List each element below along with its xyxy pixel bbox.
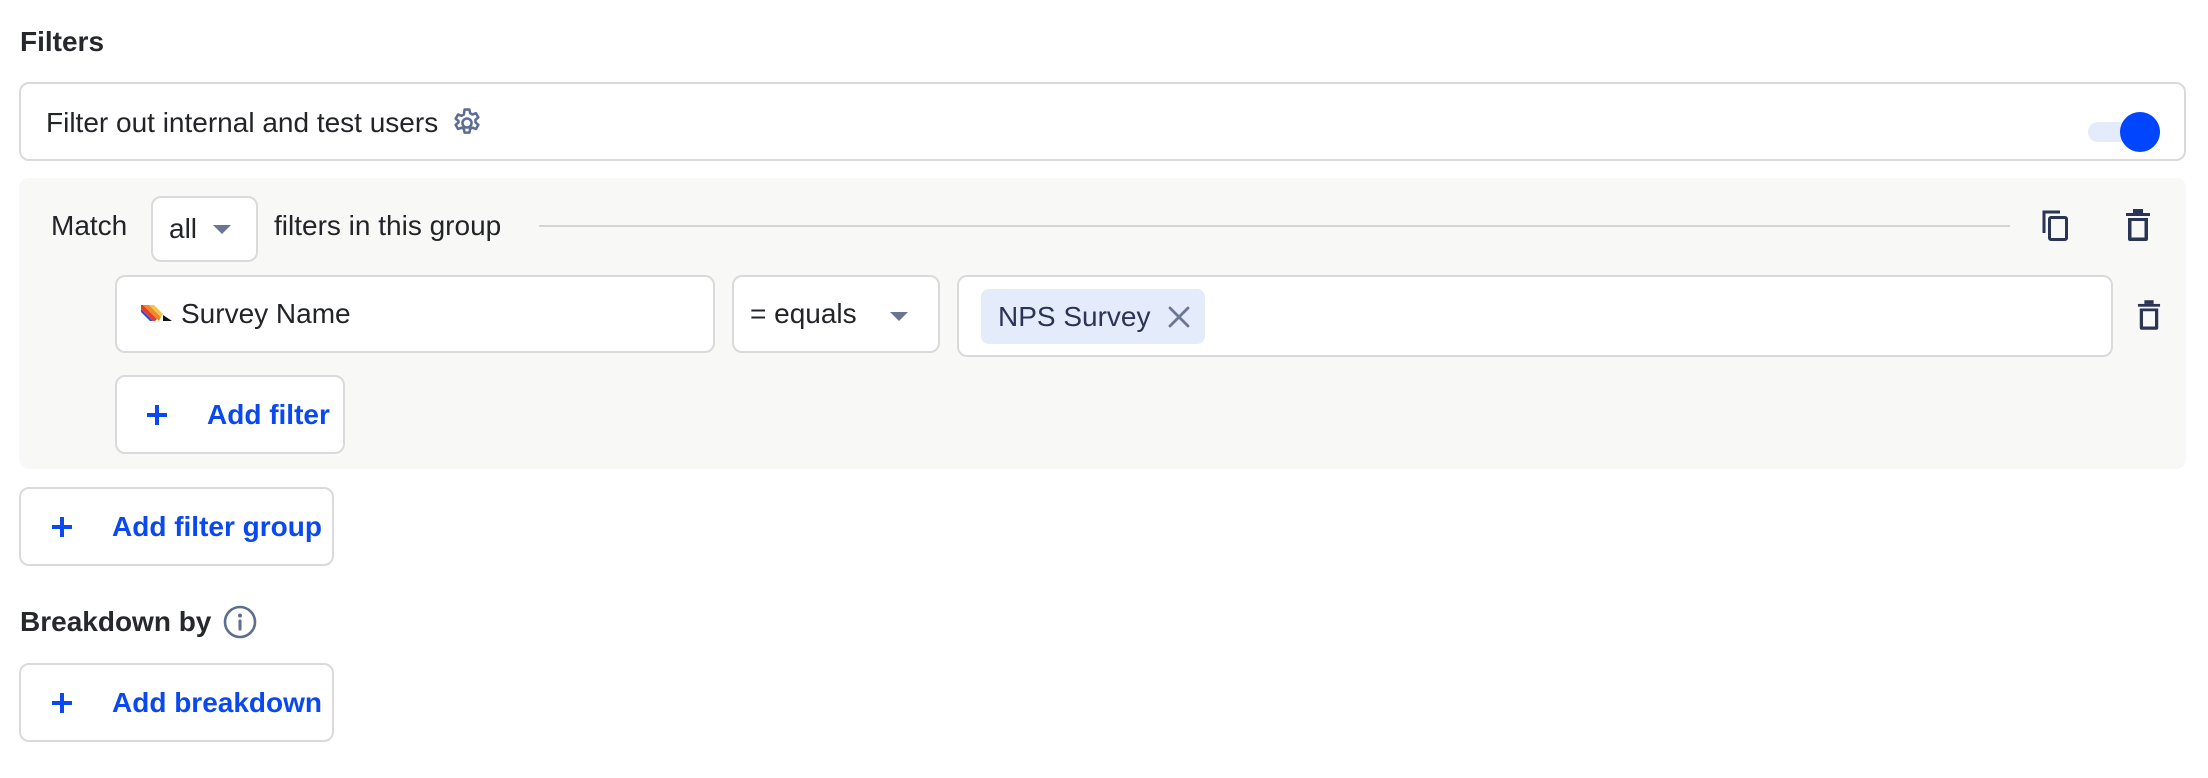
internal-users-label: Filter out internal and test users bbox=[46, 107, 439, 138]
add-filter-group-label: Add filter group bbox=[112, 510, 322, 542]
property-name: Survey Name bbox=[181, 298, 351, 329]
internal-users-filter-row: Filter out internal and test users bbox=[19, 82, 2186, 161]
chevron-down-icon bbox=[213, 224, 232, 234]
gear-icon[interactable] bbox=[450, 106, 484, 140]
internal-users-toggle[interactable] bbox=[2088, 112, 2170, 152]
value-chip: NPS Survey bbox=[981, 289, 1205, 344]
add-filter-button[interactable]: Add filter bbox=[115, 375, 345, 454]
trash-icon[interactable] bbox=[2125, 209, 2151, 241]
match-mode-dropdown[interactable]: all bbox=[151, 196, 258, 262]
info-icon[interactable] bbox=[223, 605, 257, 639]
breakdown-title-wrap: Breakdown by bbox=[20, 605, 257, 639]
breakdown-title: Breakdown by bbox=[20, 606, 212, 637]
value-chip-label: NPS Survey bbox=[998, 300, 1151, 332]
add-breakdown-button[interactable]: Add breakdown bbox=[19, 663, 334, 742]
plus-icon bbox=[147, 404, 167, 425]
filter-group: Match all filters in this group Survey N… bbox=[19, 178, 2186, 469]
add-filter-group-button[interactable]: Add filter group bbox=[19, 487, 334, 566]
add-filter-label: Add filter bbox=[207, 398, 330, 430]
copy-icon[interactable] bbox=[2041, 209, 2073, 243]
add-breakdown-label: Add breakdown bbox=[112, 686, 323, 718]
trash-icon[interactable] bbox=[2137, 299, 2161, 331]
internal-users-label-wrap: Filter out internal and test users bbox=[46, 106, 484, 140]
chevron-down-icon bbox=[890, 312, 908, 321]
plus-icon bbox=[52, 516, 72, 537]
operator-value: = equals bbox=[750, 298, 857, 329]
close-icon[interactable] bbox=[1167, 305, 1191, 329]
match-mode-value: all bbox=[169, 213, 198, 244]
property-selector[interactable]: Survey Name bbox=[115, 275, 715, 353]
value-multiselect[interactable]: NPS Survey bbox=[957, 275, 2113, 357]
group-divider bbox=[539, 225, 2010, 227]
plus-icon bbox=[52, 692, 72, 713]
match-prefix: Match bbox=[51, 210, 128, 241]
toggle-knob bbox=[2120, 112, 2160, 152]
operator-dropdown[interactable]: = equals bbox=[732, 275, 940, 353]
match-suffix: filters in this group bbox=[274, 210, 502, 241]
amplitude-property-icon bbox=[141, 305, 173, 323]
filters-title: Filters bbox=[20, 26, 105, 57]
